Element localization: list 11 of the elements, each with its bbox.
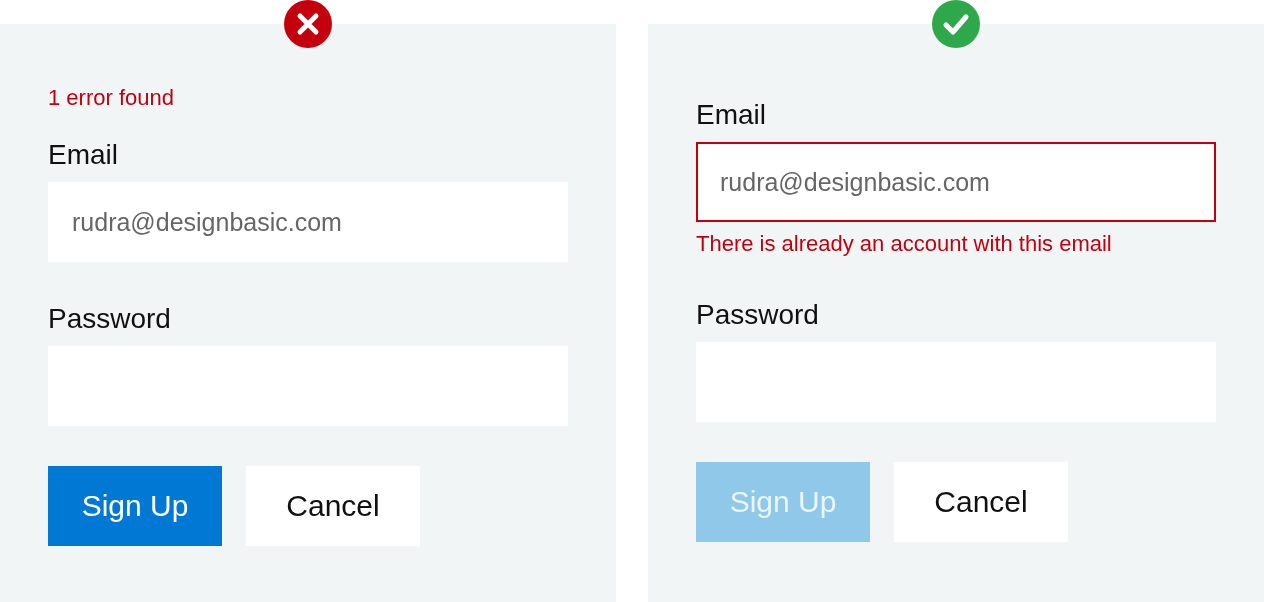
cancel-button[interactable]: Cancel bbox=[246, 466, 420, 546]
field-label: Email bbox=[696, 98, 767, 132]
field-label: Password bbox=[48, 302, 172, 336]
error-summary: 1 error found bbox=[48, 86, 175, 110]
sign-up-button[interactable]: Sign Up bbox=[48, 466, 222, 546]
error-message: There is already an account with this email bbox=[696, 232, 1113, 256]
field-label: Email bbox=[48, 138, 119, 172]
input-field[interactable]: rudra@designbasic.com bbox=[48, 182, 568, 262]
field-label: Password bbox=[696, 298, 820, 332]
cancel-button[interactable]: Cancel bbox=[894, 462, 1068, 542]
input-field[interactable]: rudra@designbasic.com bbox=[696, 142, 1216, 222]
